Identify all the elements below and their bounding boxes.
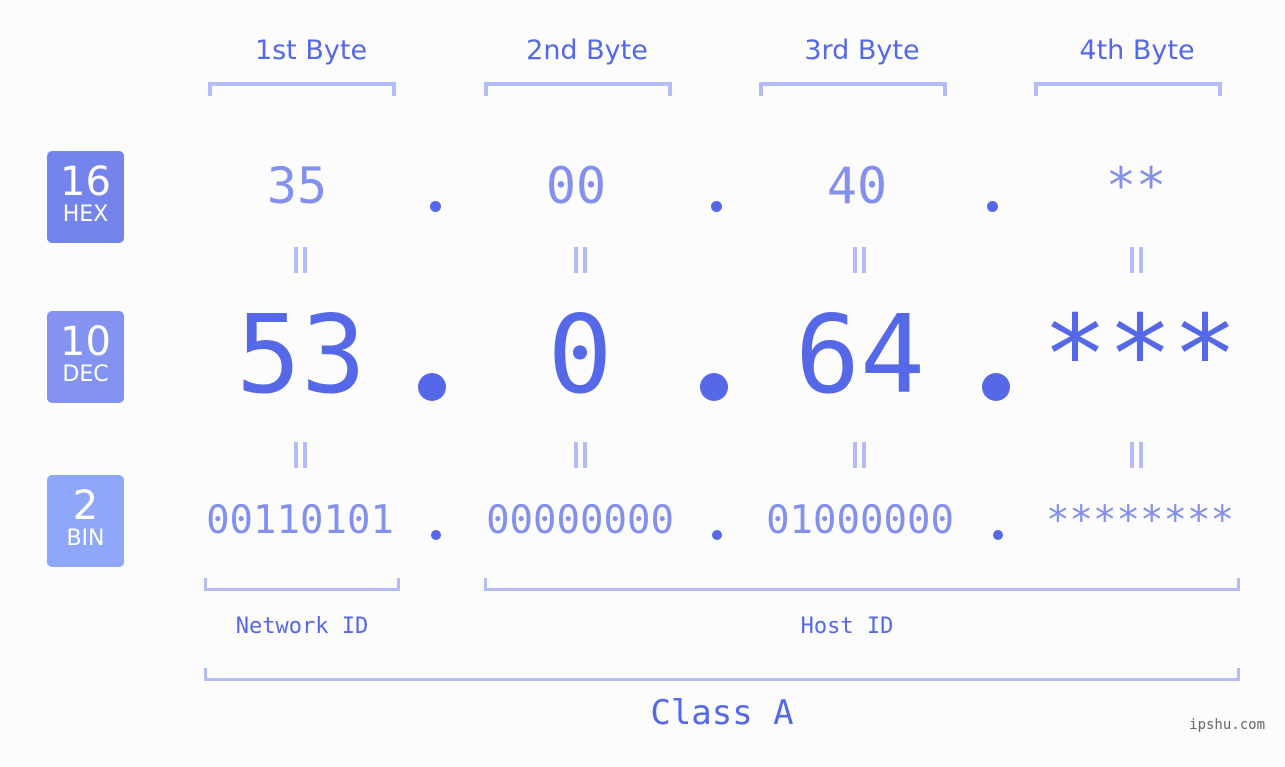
bin-dot-1 [431,530,441,540]
hex-badge-number: 16 [60,159,111,205]
equals-icon [1128,442,1144,468]
bin-dot-2 [712,530,722,540]
header-byte-3: 3rd Byte [804,35,920,66]
hex-badge: 16 HEX [47,151,124,243]
dec-dot-2 [700,373,728,401]
dec-octet-1: 53 [235,293,367,418]
network-id-bracket [204,578,400,591]
hex-octet-1: 35 [266,157,328,215]
equals-icon [572,442,588,468]
host-id-bracket [484,578,1240,591]
dec-octet-3: 64 [794,293,926,418]
hex-dot-2 [711,201,722,212]
class-bracket [204,668,1240,681]
dec-dot-3 [982,373,1010,401]
equals-icon [1128,247,1144,273]
network-id-label: Network ID [235,614,369,639]
host-id-label: Host ID [800,614,894,639]
bin-octet-4: ******** [1046,498,1234,543]
bin-octet-3: 01000000 [766,498,954,543]
bin-badge-number: 2 [72,483,99,529]
bracket-byte-3 [759,82,947,96]
dec-badge: 10 DEC [47,311,124,403]
equals-icon [292,247,308,273]
bracket-byte-1 [208,82,396,96]
bin-badge: 2 BIN [47,475,124,567]
header-byte-1: 1st Byte [254,35,368,66]
bin-octet-2: 00000000 [486,498,674,543]
equals-icon [851,442,867,468]
dec-octet-4: *** [1042,293,1238,418]
dec-badge-label: DEC [62,362,109,387]
hex-badge-label: HEX [62,202,109,227]
header-byte-4: 4th Byte [1079,35,1195,66]
bin-badge-label: BIN [66,526,105,551]
hex-octet-3: 40 [826,157,888,215]
bin-octet-1: 00110101 [206,498,394,543]
watermark: ipshu.com [1189,717,1265,733]
equals-icon [851,247,867,273]
hex-dot-3 [987,201,998,212]
hex-dot-1 [430,201,441,212]
bracket-byte-4 [1034,82,1222,96]
dec-dot-1 [418,373,446,401]
class-label: Class A [650,693,794,733]
hex-octet-2: 00 [545,157,607,215]
bracket-byte-2 [484,82,672,96]
bin-dot-3 [993,530,1003,540]
header-byte-2: 2nd Byte [526,35,648,66]
equals-icon [572,247,588,273]
dec-octet-2: 0 [547,293,613,418]
dec-badge-number: 10 [60,319,111,365]
hex-octet-4: ** [1105,157,1167,215]
equals-icon [292,442,308,468]
